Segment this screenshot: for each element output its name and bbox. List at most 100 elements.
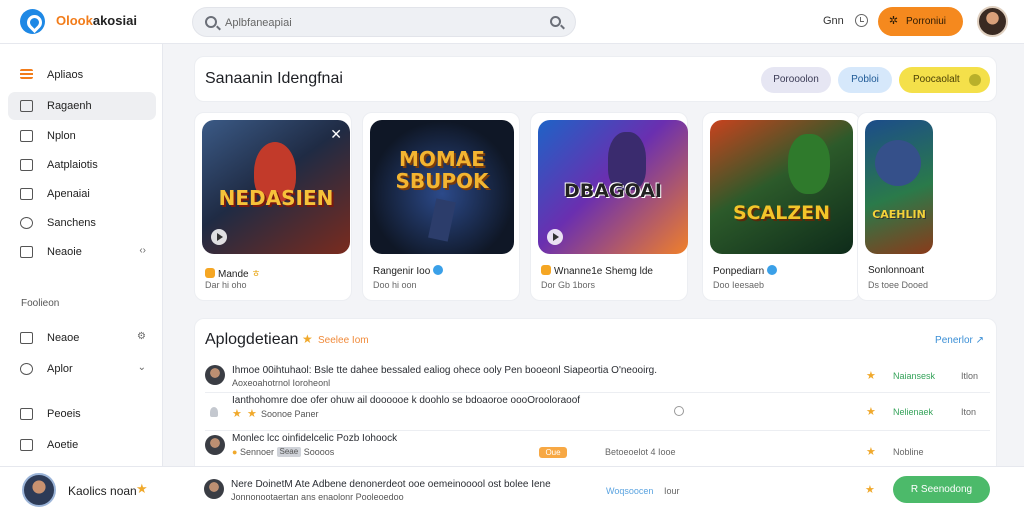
game-art-title: SCALZEN — [732, 202, 831, 224]
sidebar-item-5[interactable]: Sanchens — [8, 209, 156, 237]
row-text: Monlec lcc oinfidelcelic Pozb Iohoock — [232, 433, 397, 444]
game-thumbnail[interactable]: SCALZEN — [710, 120, 853, 254]
row-meta-link[interactable]: Woqsoocen — [606, 486, 653, 496]
filter-pill-2[interactable]: Poocaolalt — [899, 67, 990, 93]
close-icon[interactable]: ✕ — [330, 126, 342, 143]
row-subtext-main: Sennoer — [239, 447, 274, 457]
star-icon[interactable]: ★ — [866, 405, 876, 418]
row-meta: Itlon — [961, 371, 979, 381]
sidebar-section-item-3[interactable]: Aoetie — [8, 431, 156, 459]
activity-panel: Aplogdetiean ★ Seelee Iom Penerlor ↗ Ihm… — [194, 318, 997, 466]
sidebar-item-label: Neaoe — [47, 332, 80, 344]
game-card-4[interactable]: CAEHLIN Sonlonnoant Ds toee Dooed — [857, 112, 997, 301]
sidebar-item-0[interactable]: Apliaos — [8, 61, 156, 89]
page-title: Sanaanin Idengfnai — [205, 70, 343, 87]
activity-tag: Seelee Iom — [318, 335, 369, 346]
game-badge-icon — [205, 268, 215, 278]
row-subtext: Soonoe Paner — [261, 409, 319, 419]
star-icon[interactable]: ★ — [865, 483, 875, 496]
game-card-0[interactable]: NEDASIEN ✕ Mande ㅎ Dar hi oho — [194, 112, 352, 301]
profile-name[interactable]: Kaolics noan — [68, 484, 137, 498]
chevron-icon[interactable]: ‹› — [139, 245, 146, 256]
sidebar-item-1[interactable]: Ragaenh — [8, 92, 156, 120]
list-icon — [20, 246, 33, 258]
sidebar-item-6[interactable]: Neaoie ‹› — [8, 238, 156, 266]
logo-icon[interactable] — [20, 9, 45, 34]
gear-icon[interactable]: ⚙ — [137, 331, 146, 342]
sending-button[interactable]: R Seenodong — [893, 476, 990, 503]
sidebar-item-3[interactable]: Aatplaiotis — [8, 151, 156, 179]
game-thumbnail[interactable]: DBAGOAI — [538, 120, 688, 254]
play-icon[interactable] — [547, 229, 563, 245]
star-icon[interactable]: ★ — [866, 445, 876, 458]
sidebar-section-item-2[interactable]: Peoeis — [8, 400, 156, 428]
filter-pill-1[interactable]: Pobloi — [838, 67, 892, 93]
sword-figure — [428, 198, 456, 242]
star-icon[interactable]: ★ — [866, 369, 876, 382]
chevron-down-icon[interactable]: ⌄ — [138, 362, 146, 373]
row-subtext-tail: Soooos — [303, 447, 335, 457]
view-all-link[interactable]: Penerlor ↗ — [935, 335, 984, 346]
app-logo-text[interactable]: Olookakosiai — [56, 13, 137, 28]
sidebar-item-label: Nplon — [47, 130, 76, 142]
primary-cta-button[interactable]: ✲ Porroniui — [878, 7, 963, 36]
game-thumbnail[interactable]: MOMAE SBUPOK — [370, 120, 514, 254]
sidebar-section-title: Foolieon — [21, 298, 60, 309]
top-bar: Olookakosiai Gnn ✲ Porroniui — [0, 0, 1024, 44]
box-icon — [20, 408, 33, 420]
avatar[interactable] — [205, 435, 225, 455]
game-card-2[interactable]: DBAGOAI Wnanne1e Shemg lde Dor Gb 1bors — [530, 112, 688, 301]
row-meta: Iton — [961, 407, 977, 417]
user-icon — [210, 407, 218, 417]
coin-icon: ● — [232, 447, 238, 457]
pill-label: Poocaolalt — [913, 74, 960, 85]
sidebar-item-label: Aatplaiotis — [47, 159, 98, 171]
sidebar-item-2[interactable]: Nplon — [8, 122, 156, 150]
clock-icon[interactable] — [855, 14, 868, 27]
game-card-1[interactable]: MOMAE SBUPOK Rangenir Ioo Doo hi oon — [362, 112, 520, 301]
game-thumbnail[interactable]: NEDASIEN ✕ — [202, 120, 350, 254]
filter-pill-0[interactable]: Porooolon — [761, 67, 831, 93]
logo-suffix: akosiai — [92, 13, 137, 28]
game-title: Ponpediarn — [713, 265, 780, 277]
top-link[interactable]: Gnn — [823, 15, 844, 27]
sidebar-item-4[interactable]: Apenaiai — [8, 180, 156, 208]
user-avatar[interactable] — [977, 6, 1008, 37]
row-text: Nere DoinetM Ate Adbene denonerdeot ooe … — [231, 479, 551, 490]
divider — [205, 392, 990, 393]
status-badge: Nelienaek — [893, 407, 934, 417]
game-name-suffix: ㅎ — [251, 269, 261, 280]
status-badge: Naiansesk — [893, 371, 936, 381]
sidebar-section-item-0[interactable]: Neaoe ⚙ — [8, 324, 156, 352]
hero-figure — [875, 140, 921, 186]
sidebar-item-label: Apenaiai — [47, 188, 90, 200]
box-icon — [20, 130, 33, 142]
profile-bar: Kaolics noan ★ Nere DoinetM Ate Adbene d… — [0, 466, 1024, 512]
puzzle-icon: ✲ — [888, 15, 899, 27]
game-card-3[interactable]: SCALZEN Ponpediarn Doo Ieesaeb — [702, 112, 860, 301]
search-submit-icon[interactable] — [550, 16, 561, 27]
game-art-title: MOMAE SBUPOK — [395, 147, 489, 193]
game-subtitle: Ds toee Dooed — [868, 280, 929, 290]
help-icon[interactable] — [674, 406, 684, 416]
search-bar — [192, 7, 576, 37]
game-subtitle: Doo Ieesaeb — [713, 280, 765, 290]
sidebar-item-label: Ragaenh — [47, 100, 92, 112]
search-icon[interactable] — [205, 16, 217, 28]
verified-icon — [766, 265, 777, 275]
status-badge: Nobline — [893, 447, 924, 457]
search-input[interactable] — [225, 14, 525, 32]
user-icon — [20, 217, 33, 229]
avatar[interactable] — [22, 473, 56, 507]
avatar[interactable] — [205, 365, 225, 385]
game-thumbnail[interactable]: CAEHLIN — [865, 120, 933, 254]
sidebar-section-item-1[interactable]: Aplor ⌄ — [8, 355, 156, 383]
game-name: Mande — [218, 269, 249, 280]
play-icon[interactable] — [211, 229, 227, 245]
sidebar-item-label: Aplor — [47, 363, 73, 375]
section-header: Sanaanin Idengfnai Porooolon Pobloi Pooc… — [194, 56, 997, 102]
row-text: Ianthohomre doe ofer ohuw ail doooooe k … — [232, 395, 581, 406]
game-art-title: DBAGOAI — [564, 180, 662, 202]
avatar[interactable] — [204, 479, 224, 499]
row-text: Ihmoe 00ihtuhaol: Bsle tte dahee bessale… — [232, 365, 657, 376]
